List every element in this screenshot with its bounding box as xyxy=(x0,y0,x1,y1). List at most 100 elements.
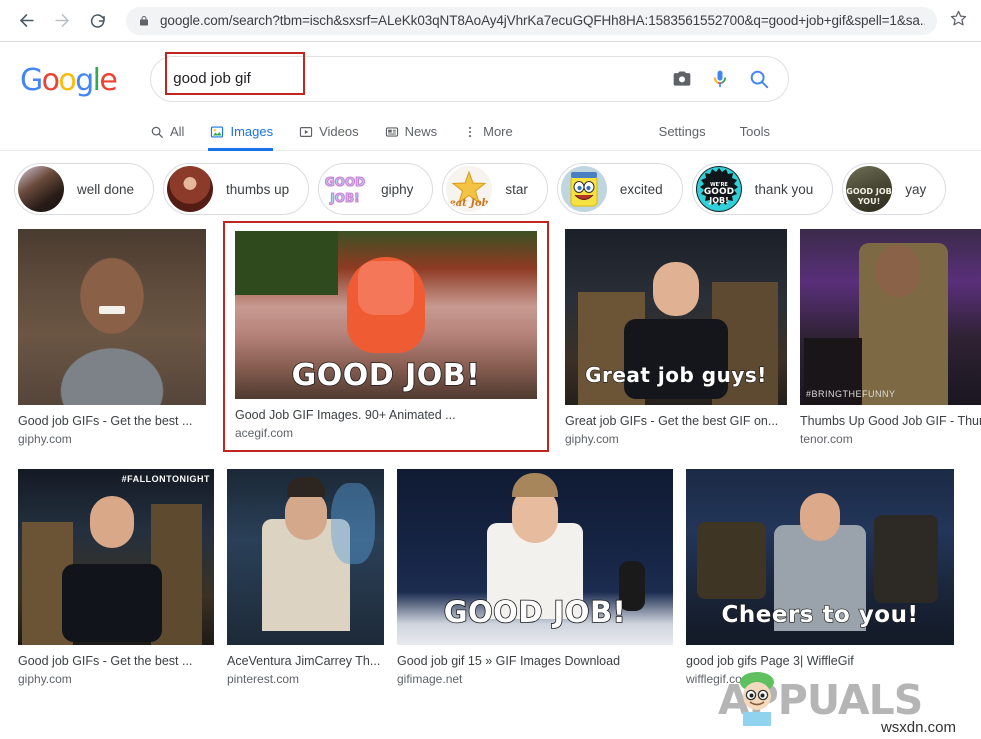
result-card-highlighted[interactable]: GOOD JOB! Good Job GIF Images. 90+ Anima… xyxy=(223,221,549,452)
result-domain: giphy.com xyxy=(18,672,214,686)
logo-letter-e: e xyxy=(99,63,116,98)
chip-thumbs-up[interactable]: thumbs up xyxy=(163,163,309,215)
tab-label-more: More xyxy=(483,124,513,139)
logo-letter-o1: o xyxy=(42,63,59,98)
result-title: Good Job GIF Images. 90+ Animated ... xyxy=(235,408,537,422)
chip-well-done[interactable]: well done xyxy=(14,163,154,215)
tab-more[interactable]: More xyxy=(463,124,527,150)
chip-label: yay xyxy=(905,182,926,197)
search-input[interactable]: good job gif xyxy=(151,70,672,88)
google-logo[interactable]: Google xyxy=(20,63,116,98)
chip-label: giphy xyxy=(381,182,413,197)
logo-letter-o2: o xyxy=(58,63,75,98)
search-box[interactable]: good job gif xyxy=(150,56,789,102)
thumbs-up-man-thumb[interactable]: #BRINGTHEFUNNY xyxy=(800,229,981,405)
thumb-caption: Great job guys! xyxy=(565,365,787,385)
svg-text:JOB!: JOB! xyxy=(708,196,729,205)
camera-icon[interactable] xyxy=(672,69,692,89)
result-title: Great job GIFs - Get the best GIF on... xyxy=(565,414,787,428)
result-title: Thumbs Up Good Job GIF - Thum xyxy=(800,414,981,428)
thumb-corner-tag: #FALLONTONIGHT xyxy=(122,474,210,484)
logo-letter-g2: g xyxy=(75,63,92,98)
thumb-corner-tag: #BRINGTHEFUNNY xyxy=(806,389,896,399)
chip-label: well done xyxy=(77,182,134,197)
judge-good-job-thumb[interactable]: GOOD JOB! xyxy=(397,469,673,645)
result-card[interactable]: #FALLONTONIGHT Good job GIFs - Get the b… xyxy=(18,469,214,686)
search-box-icons xyxy=(672,68,788,90)
search-tools-group: Settings Tools xyxy=(659,124,981,150)
video-icon xyxy=(299,125,313,139)
chip-excited[interactable]: excited xyxy=(557,163,683,215)
result-card[interactable]: #BRINGTHEFUNNY Thumbs Up Good Job GIF - … xyxy=(800,229,981,446)
forward-button[interactable] xyxy=(47,6,77,36)
reload-icon xyxy=(89,12,107,30)
result-domain: tenor.com xyxy=(800,432,981,446)
address-bar[interactable]: google.com/search?tbm=isch&sxsrf=ALeKk03… xyxy=(126,7,937,35)
spongebob-thumb xyxy=(561,166,607,212)
browser-toolbar: google.com/search?tbm=isch&sxsrf=ALeKk03… xyxy=(0,0,981,42)
arrow-right-icon xyxy=(53,11,72,30)
svg-text:GOOD: GOOD xyxy=(325,175,365,189)
header-top-row: Google good job gif xyxy=(0,56,981,102)
tools-button[interactable]: Tools xyxy=(740,124,770,139)
results-row-1: Good job GIFs - Get the best ... giphy.c… xyxy=(18,229,981,452)
svg-text:eat Job: eat Job xyxy=(450,198,489,209)
result-card[interactable]: Cheers to you! good job gifs Page 3| Wif… xyxy=(686,469,954,686)
lock-icon xyxy=(138,14,150,28)
tab-all[interactable]: All xyxy=(150,124,198,150)
back-button[interactable] xyxy=(11,6,41,36)
result-domain: acegif.com xyxy=(235,426,537,440)
search-icon[interactable] xyxy=(748,68,770,90)
search-input-value: good job gif xyxy=(173,70,251,87)
will-smith-reaction-thumb[interactable] xyxy=(18,229,206,405)
orange-hand-good-job-thumb[interactable]: GOOD JOB! xyxy=(235,231,537,399)
bookmark-button[interactable] xyxy=(945,8,971,34)
svg-text:YOU!: YOU! xyxy=(857,197,880,206)
watermark-site: wsxdn.com xyxy=(881,719,956,736)
reload-button[interactable] xyxy=(83,6,113,36)
chip-label: excited xyxy=(620,182,663,197)
image-icon xyxy=(210,125,224,139)
fallon-ok-sign-thumb[interactable]: #FALLONTONIGHT xyxy=(18,469,214,645)
result-card[interactable]: Good job GIFs - Get the best ... giphy.c… xyxy=(18,229,206,446)
jimmy-fallon-clapping-thumb[interactable]: Great job guys! xyxy=(565,229,787,405)
search-icon xyxy=(150,125,164,139)
tab-news[interactable]: News xyxy=(385,124,452,150)
tab-videos[interactable]: Videos xyxy=(299,124,373,150)
crowd-photo-thumb xyxy=(18,166,64,212)
chip-star[interactable]: eat Job star xyxy=(442,163,548,215)
results-row-2: #FALLONTONIGHT Good job GIFs - Get the b… xyxy=(18,469,981,686)
good-job-badge-thumb: WE'RE GOOD JOB! xyxy=(696,166,742,212)
tab-label-all: All xyxy=(170,124,184,139)
chip-giphy[interactable]: GOOD JOB! giphy xyxy=(318,163,433,215)
arrow-left-icon xyxy=(17,11,36,30)
google-header: Google good job gif xyxy=(0,42,981,151)
chip-label: thank you xyxy=(755,182,814,197)
settings-button[interactable]: Settings xyxy=(659,124,706,139)
tab-images[interactable]: Images xyxy=(210,124,287,150)
result-card[interactable]: GOOD JOB! Good job gif 15 » GIF Images D… xyxy=(397,469,673,686)
result-domain: giphy.com xyxy=(565,432,787,446)
chip-label: thumbs up xyxy=(226,182,289,197)
thumb-caption: GOOD JOB! xyxy=(397,598,673,627)
result-card[interactable]: Great job guys! Great job GIFs - Get the… xyxy=(565,229,787,446)
logo-letter-g1: G xyxy=(20,63,42,98)
result-title: Good job gif 15 » GIF Images Download xyxy=(397,654,673,668)
result-title: good job gifs Page 3| WiffleGif xyxy=(686,654,954,668)
thumb-caption: Cheers to you! xyxy=(686,604,954,627)
result-title: AceVentura JimCarrey Th... xyxy=(227,654,384,668)
svg-text:GOOD JOB: GOOD JOB xyxy=(846,187,891,196)
star-bookmark-icon xyxy=(950,10,967,32)
chip-yay[interactable]: GOOD JOB YOU! yay xyxy=(842,163,946,215)
result-domain: wifflegif.com xyxy=(686,672,954,686)
image-results-grid: Good job GIFs - Get the best ... giphy.c… xyxy=(0,225,981,686)
url-text: google.com/search?tbm=isch&sxsrf=ALeKk03… xyxy=(160,13,925,28)
result-card[interactable]: AceVentura JimCarrey Th... pinterest.com xyxy=(227,469,384,686)
kebab-icon xyxy=(463,125,477,139)
cheers-to-you-thumb[interactable]: Cheers to you! xyxy=(686,469,954,645)
search-tabs: All Images Videos xyxy=(0,115,981,151)
ace-ventura-thumb[interactable] xyxy=(227,469,384,645)
chip-thank-you[interactable]: WE'RE GOOD JOB! thank you xyxy=(692,163,834,215)
good-job-you-thumb: GOOD JOB YOU! xyxy=(846,166,892,212)
microphone-icon[interactable] xyxy=(710,68,730,90)
